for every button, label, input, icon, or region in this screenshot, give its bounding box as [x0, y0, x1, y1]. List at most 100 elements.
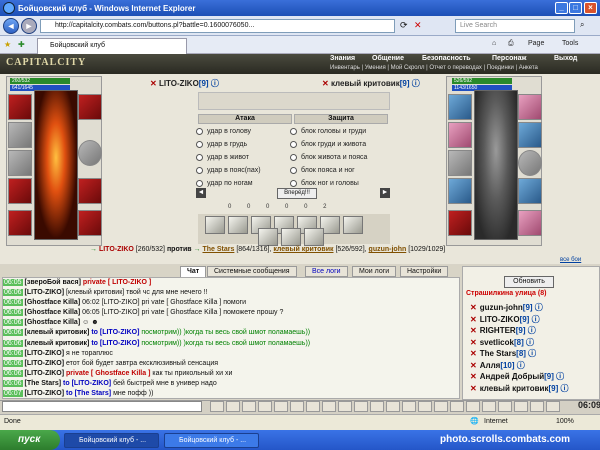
- player-list-name[interactable]: Андрей Добрый: [480, 372, 544, 381]
- chat-toolbar-icon[interactable]: [322, 401, 336, 412]
- chat-toolbar-icon[interactable]: [546, 401, 560, 412]
- menu-knowledge[interactable]: Знания: [330, 55, 355, 62]
- tools-menu[interactable]: Tools: [562, 40, 578, 47]
- home-icon[interactable]: ⌂: [492, 40, 496, 47]
- player-list-item[interactable]: ✕ LITO-ZIKO[9] ⓘ: [470, 314, 540, 325]
- skill-slot-9[interactable]: [281, 228, 301, 246]
- refresh-icon[interactable]: ⟳: [400, 20, 408, 31]
- opponent-portrait[interactable]: [474, 90, 518, 240]
- favorites-star-icon[interactable]: ★: [4, 40, 11, 49]
- defense-option-groin-legs[interactable]: блок пояса и ног: [290, 165, 355, 176]
- player-shield-slot[interactable]: [78, 140, 102, 166]
- menu-exit[interactable]: Выход: [554, 55, 577, 62]
- game-logo[interactable]: CAPITALCITY: [6, 57, 86, 68]
- chat-toolbar-icon[interactable]: [386, 401, 400, 412]
- print-icon[interactable]: ⎙: [508, 40, 514, 48]
- tab-combats[interactable]: Бойцовский клуб: [37, 38, 187, 54]
- player-list-item[interactable]: ✕ svetlicok[8] ⓘ: [470, 337, 534, 348]
- chat-toolbar-icon[interactable]: [450, 401, 464, 412]
- chat-sender[interactable]: [клевый критовик]: [25, 340, 90, 347]
- attack-option-groin[interactable]: удар в пояс(пах): [196, 165, 261, 176]
- chat-sender[interactable]: [клевый критовик]: [25, 329, 90, 336]
- chat-toolbar-icon[interactable]: [354, 401, 368, 412]
- opponent-ring-slot[interactable]: [448, 150, 472, 176]
- menu-communication[interactable]: Общение: [372, 55, 404, 62]
- info-icon[interactable]: ⓘ: [526, 349, 536, 358]
- chat-toolbar-icon[interactable]: [482, 401, 496, 412]
- chat-recipient[interactable]: private [ LITO-ZIKO ]: [83, 279, 151, 286]
- player-belt-slot[interactable]: [8, 210, 32, 236]
- next-arrow-icon[interactable]: ►: [380, 188, 390, 198]
- close-button[interactable]: ×: [584, 2, 597, 14]
- player-list-name[interactable]: svetlicok: [480, 338, 514, 347]
- defense-option-stomach-groin[interactable]: блок живота и пояса: [290, 152, 367, 163]
- vs-opponent-link[interactable]: клевый критовик: [273, 246, 333, 253]
- all-fights-link[interactable]: все бои: [560, 257, 581, 263]
- task-window-1[interactable]: Бойцовский клуб - ...: [64, 433, 159, 448]
- player-pants-slot[interactable]: [78, 178, 102, 204]
- attack-option-chest[interactable]: удар в грудь: [196, 139, 247, 150]
- chat-toolbar-icon[interactable]: [498, 401, 512, 412]
- player-gloves-slot[interactable]: [78, 94, 102, 120]
- opponent-weapon-slot[interactable]: [448, 122, 472, 148]
- chat-toolbar-icon[interactable]: [514, 401, 528, 412]
- back-button[interactable]: ◄: [3, 18, 19, 34]
- chat-recipient[interactable]: to [LITO-ZIKO]: [91, 340, 139, 347]
- player-weapon-slot[interactable]: [8, 122, 32, 148]
- tab-chat[interactable]: Чат: [180, 266, 207, 277]
- vs-player-link[interactable]: LITO-ZIKO: [99, 246, 134, 253]
- vs-team-link[interactable]: The Stars: [202, 246, 234, 253]
- chat-toolbar-icon[interactable]: [466, 401, 480, 412]
- tab-settings[interactable]: Настройки: [400, 266, 449, 277]
- tab-system-messages[interactable]: Системные сообщения: [207, 266, 297, 277]
- task-window-2[interactable]: Бойцовский клуб - ...: [164, 433, 259, 448]
- chat-toolbar-icon[interactable]: [226, 401, 240, 412]
- skill-slot-8[interactable]: [258, 228, 278, 246]
- chat-sender[interactable]: [Ghostface Killa]: [25, 319, 81, 326]
- opponent-pants-slot[interactable]: [518, 178, 542, 204]
- player-boots-slot[interactable]: [78, 210, 102, 236]
- chat-toolbar-icon[interactable]: [306, 401, 320, 412]
- chat-sender[interactable]: [звероБой вася]: [25, 279, 81, 286]
- chat-input[interactable]: [2, 401, 202, 412]
- tab-all-logs[interactable]: Все логи: [305, 266, 348, 277]
- opponent-gloves-slot[interactable]: [518, 94, 542, 120]
- page-menu[interactable]: Page: [528, 40, 544, 47]
- player-armor-slot[interactable]: [8, 178, 32, 204]
- skill-slot-1[interactable]: [205, 216, 225, 234]
- menu-character[interactable]: Персонаж: [492, 55, 526, 62]
- player-list-item[interactable]: ✕ RIGHTER[9] ⓘ: [470, 325, 536, 336]
- opponent-shield-slot[interactable]: [518, 150, 542, 176]
- skill-slot-2[interactable]: [228, 216, 248, 234]
- info-icon[interactable]: ⓘ: [515, 361, 525, 370]
- chat-sender[interactable]: [The Stars]: [25, 380, 62, 387]
- opponent-bracer-slot[interactable]: [518, 122, 542, 148]
- add-favorites-icon[interactable]: ✚: [18, 40, 25, 49]
- tab-my-logs[interactable]: Мои логи: [352, 266, 397, 277]
- player-list-name[interactable]: LITO-ZIKO: [480, 315, 520, 324]
- player-name[interactable]: ✕ LITO-ZIKO[9] ⓘ: [150, 78, 219, 89]
- player-helmet-slot[interactable]: [8, 94, 32, 120]
- info-icon[interactable]: ⓘ: [533, 303, 543, 312]
- chat-sender[interactable]: [LITO-ZIKO]: [25, 360, 65, 367]
- prev-arrow-icon[interactable]: ◄: [196, 188, 206, 198]
- info-icon[interactable]: ⓘ: [524, 338, 534, 347]
- chat-sender[interactable]: [LITO-ZIKO]: [25, 350, 65, 357]
- search-input[interactable]: Live Search: [455, 19, 575, 33]
- maximize-button[interactable]: □: [569, 2, 582, 14]
- player-list-name[interactable]: Алля: [480, 361, 501, 370]
- zoom-level[interactable]: 100%: [556, 415, 574, 429]
- chat-sender[interactable]: [Ghostface Killa]: [25, 309, 81, 316]
- info-icon[interactable]: ⓘ: [211, 79, 219, 88]
- chat-toolbar-icon[interactable]: [258, 401, 272, 412]
- chat-toolbar-icon[interactable]: [338, 401, 352, 412]
- opponent-name[interactable]: ✕ клевый критовик[9] ⓘ: [322, 78, 420, 89]
- forward-button[interactable]: ►: [21, 18, 37, 34]
- opponent-boots-slot[interactable]: [518, 210, 542, 236]
- chat-sender[interactable]: [LITO-ZIKO]: [25, 370, 65, 377]
- chat-recipient[interactable]: to [The Stars]: [66, 390, 111, 397]
- player-portrait[interactable]: [34, 90, 78, 240]
- info-icon[interactable]: ⓘ: [554, 372, 564, 381]
- chat-toolbar-icon[interactable]: [210, 401, 224, 412]
- info-icon[interactable]: ⓘ: [529, 315, 540, 324]
